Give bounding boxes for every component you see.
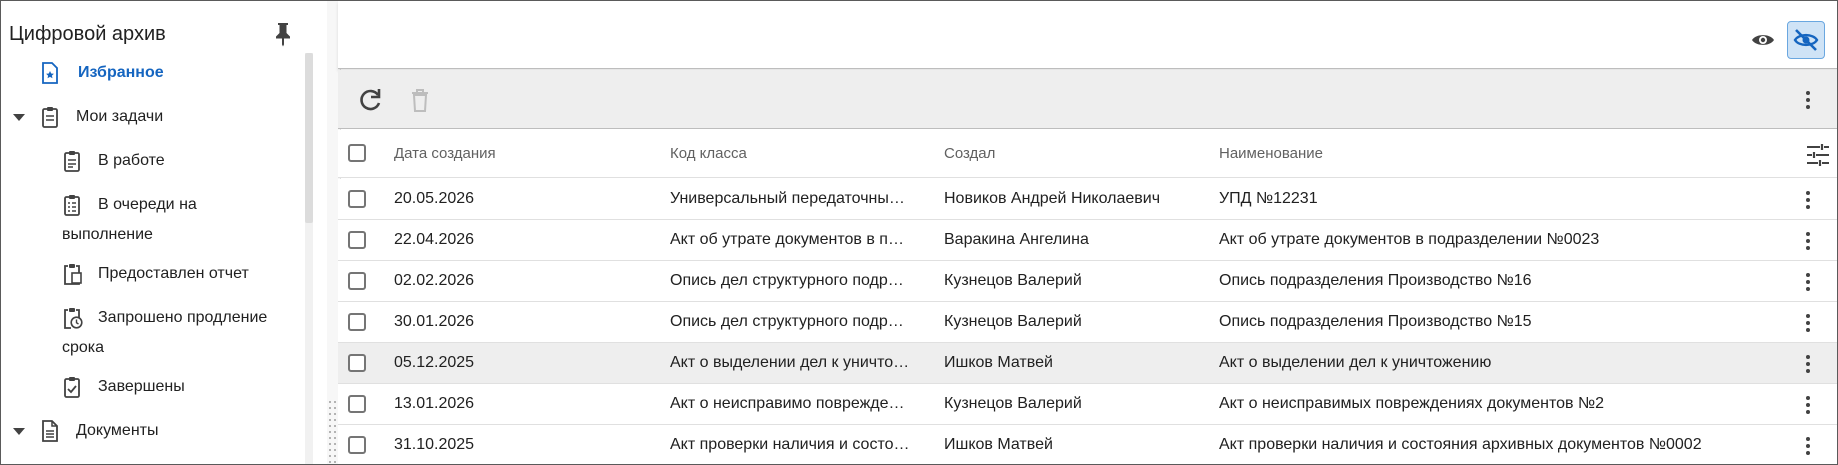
sidebar-item-queued[interactable]: В очереди на выполнение (1, 190, 301, 250)
sidebar-scrollbar-thumb[interactable] (305, 53, 313, 223)
cell-author: Варакина Ангелина (944, 231, 1089, 248)
sidebar-item-label: В работе (98, 152, 165, 169)
star-document-icon (41, 62, 61, 84)
row-checkbox[interactable] (348, 395, 366, 413)
cell-class-code: Акт о неисправимо поврежде… (670, 395, 905, 412)
table-row[interactable]: 20.05.2026 Универсальный передаточны… Но… (338, 179, 1837, 220)
cell-name: Акт о неисправимых повреждениях документ… (1219, 395, 1605, 412)
more-vertical-icon[interactable] (1798, 310, 1818, 336)
more-vertical-icon[interactable] (1798, 433, 1818, 459)
refresh-icon[interactable] (356, 86, 384, 114)
document-icon (41, 420, 61, 442)
main-panel: Дата создания Код класса Создал Наименов… (338, 1, 1837, 464)
cell-created-date: 13.01.2026 (394, 395, 475, 412)
cell-class-code: Опись дел структурного подр… (670, 313, 904, 330)
clipboard-clock-icon (63, 307, 83, 329)
cell-class-code: Акт об утрате документов в п… (670, 231, 904, 248)
row-checkbox[interactable] (348, 231, 366, 249)
row-checkbox[interactable] (348, 436, 366, 454)
sidebar-item-completed[interactable]: Завершены (1, 372, 301, 402)
cell-created-date: 30.01.2026 (394, 313, 475, 330)
table-row[interactable]: 30.01.2026 Опись дел структурного подр… … (338, 302, 1837, 343)
cell-name: УПД №12231 (1219, 190, 1318, 207)
column-header-name[interactable]: Наименование (1219, 145, 1789, 162)
sidebar-item-label: В очереди на (98, 196, 197, 213)
table-row[interactable]: 02.02.2026 Опись дел структурного подр… … (338, 261, 1837, 302)
table-row[interactable]: 13.01.2026 Акт о неисправимо поврежде… К… (338, 384, 1837, 425)
clipboard-report-icon (63, 263, 83, 285)
cell-class-code: Опись дел структурного подр… (670, 272, 904, 289)
cell-class-code: Акт проверки наличия и состо… (670, 436, 910, 453)
eye-off-icon[interactable] (1787, 21, 1825, 59)
top-bar (338, 1, 1837, 69)
more-vertical-icon[interactable] (1798, 392, 1818, 418)
sidebar: Цифровой архив Избранное Мои задачи В ра… (1, 1, 326, 464)
sidebar-item-in-work[interactable]: В работе (1, 146, 301, 176)
chevron-down-icon (13, 114, 25, 121)
cell-created-date: 02.02.2026 (394, 272, 475, 289)
sidebar-group-documents[interactable]: Документы (1, 416, 301, 446)
clipboard-queue-icon (63, 194, 83, 216)
cell-author: Ишков Матвей (944, 354, 1053, 371)
tune-icon[interactable] (1804, 142, 1832, 168)
cell-created-date: 31.10.2025 (394, 436, 475, 453)
cell-created-date: 20.05.2026 (394, 190, 475, 207)
row-checkbox[interactable] (348, 354, 366, 372)
app-title: Цифровой архив (9, 23, 166, 45)
row-checkbox[interactable] (348, 272, 366, 290)
sidebar-item-label: Мои задачи (76, 108, 164, 125)
row-checkbox[interactable] (348, 313, 366, 331)
row-checkbox[interactable] (348, 190, 366, 208)
sidebar-item-label-line2: выполнение (62, 226, 153, 243)
table-row[interactable]: 31.10.2025 Акт проверки наличия и состо…… (338, 425, 1837, 464)
clipboard-check-icon (63, 376, 83, 398)
sidebar-item-extension-requested[interactable]: Запрошено продление срока (1, 303, 301, 363)
sidebar-item-label: Запрошено продление (98, 309, 268, 326)
cell-class-code: Акт о выделении дел к уничто… (670, 354, 910, 371)
sidebar-item-report-provided[interactable]: Предоставлен отчет (1, 259, 301, 289)
cell-name: Акт об утрате документов в подразделении… (1219, 231, 1600, 248)
column-header-class-code[interactable]: Код класса (670, 145, 925, 162)
cell-name: Акт о выделении дел к уничтожению (1219, 354, 1492, 371)
app-window: Цифровой архив Избранное Мои задачи В ра… (0, 0, 1838, 465)
more-vertical-icon[interactable] (1798, 351, 1818, 377)
sidebar-group-my-tasks[interactable]: Мои задачи (1, 102, 301, 132)
more-vertical-icon[interactable] (1798, 86, 1818, 114)
cell-author: Кузнецов Валерий (944, 313, 1082, 330)
more-vertical-icon[interactable] (1798, 269, 1818, 295)
drag-handle-icon[interactable] (328, 399, 338, 464)
cell-author: Кузнецов Валерий (944, 272, 1082, 289)
cell-name: Акт проверки наличия и состояния архивны… (1219, 436, 1702, 453)
column-header-created-date[interactable]: Дата создания (394, 145, 644, 162)
eye-icon[interactable] (1748, 25, 1778, 55)
sidebar-item-label: Предоставлен отчет (98, 265, 249, 282)
cell-author: Новиков Андрей Николаевич (944, 190, 1161, 207)
cell-created-date: 05.12.2025 (394, 354, 475, 371)
cell-author: Кузнецов Валерий (944, 395, 1082, 412)
clipboard-icon (41, 106, 61, 128)
cell-name: Опись подразделения Производство №15 (1219, 313, 1532, 330)
sidebar-item-label: Избранное (78, 64, 164, 81)
trash-icon[interactable] (408, 86, 432, 114)
more-vertical-icon[interactable] (1798, 187, 1818, 213)
table-header: Дата создания Код класса Создал Наименов… (338, 130, 1837, 178)
sidebar-item-label: Документы (76, 422, 159, 439)
cell-class-code: Универсальный передаточны… (670, 190, 905, 207)
cell-name: Опись подразделения Производство №16 (1219, 272, 1532, 289)
table-toolbar (338, 70, 1837, 129)
chevron-down-icon (13, 428, 25, 435)
sidebar-item-label: Завершены (98, 378, 185, 395)
sidebar-item-favorites[interactable]: Избранное (1, 58, 301, 88)
cell-created-date: 22.04.2026 (394, 231, 475, 248)
cell-author: Ишков Матвей (944, 436, 1053, 453)
select-all-checkbox[interactable] (348, 144, 366, 162)
pin-icon[interactable] (271, 21, 295, 47)
column-header-author[interactable]: Создал (944, 145, 1204, 162)
more-vertical-icon[interactable] (1798, 228, 1818, 254)
sidebar-item-label-line2: срока (62, 339, 105, 356)
clipboard-list-icon (63, 150, 83, 172)
table-row[interactable]: 22.04.2026 Акт об утрате документов в п…… (338, 220, 1837, 261)
table-row[interactable]: 05.12.2025 Акт о выделении дел к уничто…… (338, 343, 1837, 384)
